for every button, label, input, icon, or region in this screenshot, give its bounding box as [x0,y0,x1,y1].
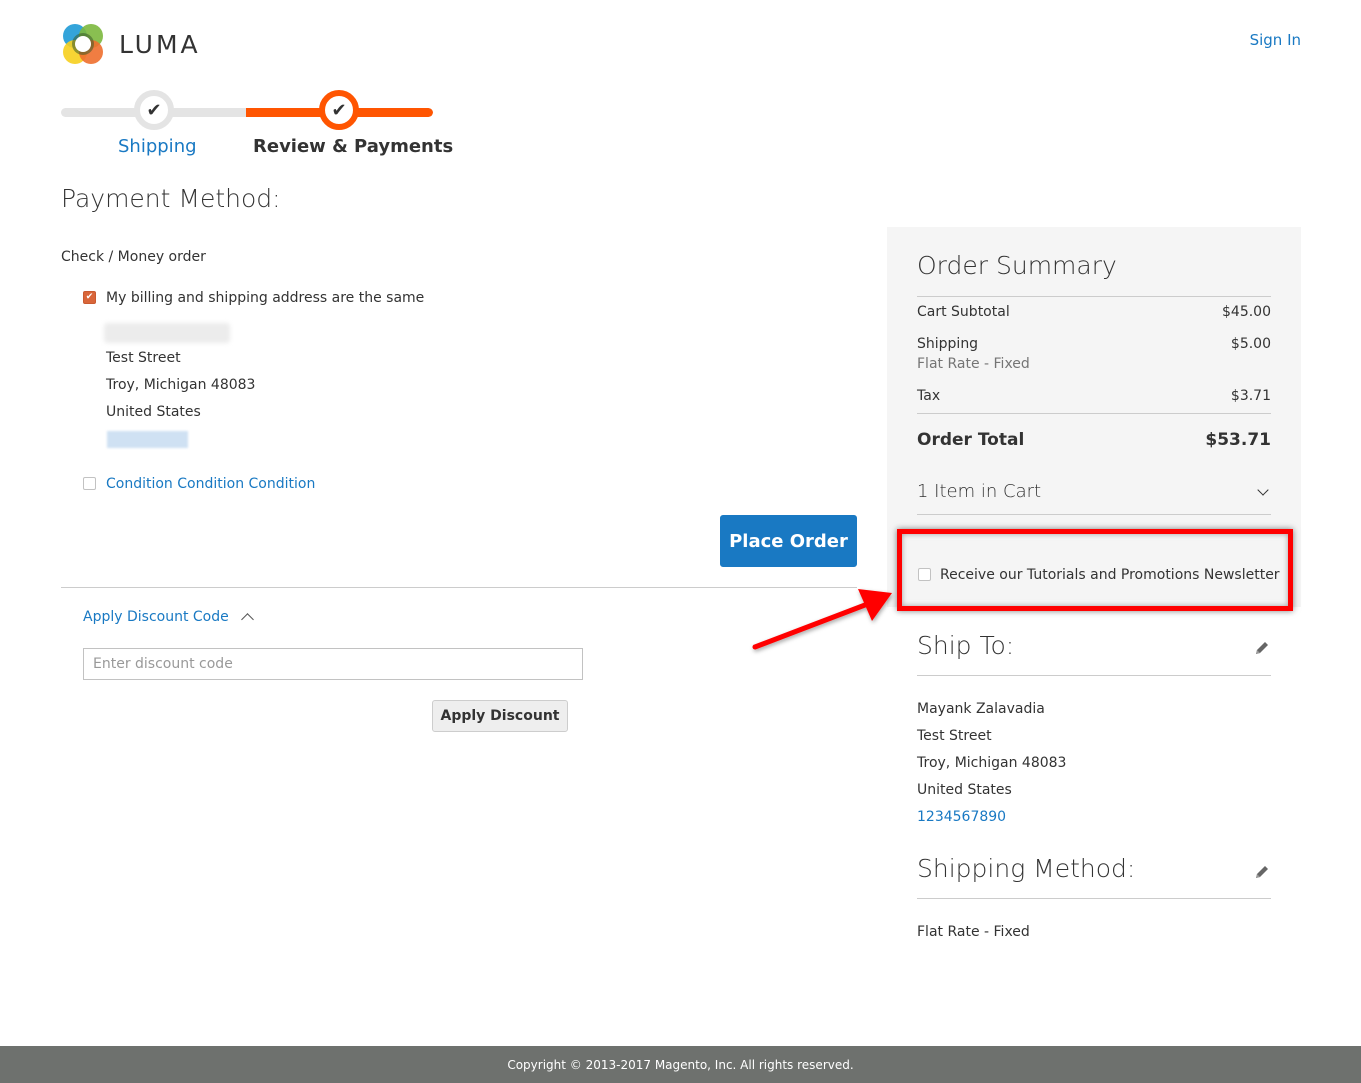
divider [61,587,857,588]
summary-row-shipping: Shipping $5.00 [917,336,1271,352]
chevron-down-icon [1257,483,1269,496]
billing-country: United States [106,404,201,420]
payment-method-title: Payment Method: [61,184,281,213]
apply-discount-button[interactable]: Apply Discount [432,700,568,732]
copyright-text: Copyright © 2013-2017 Magento, Inc. All … [507,1057,854,1072]
order-total-value: $53.71 [1205,430,1271,450]
billing-same-label[interactable]: My billing and shipping address are the … [106,290,424,306]
billing-phone-redacted[interactable] [107,431,188,448]
footer: Copyright © 2013-2017 Magento, Inc. All … [0,1046,1361,1083]
discount-code-input[interactable] [83,648,583,680]
order-summary-title: Order Summary [917,251,1117,280]
place-order-button[interactable]: Place Order [720,515,857,567]
condition-checkbox[interactable] [83,477,96,490]
summary-row-subtotal: Cart Subtotal $45.00 [917,304,1271,320]
ship-to-name: Mayank Zalavadia [917,701,1045,717]
checkout-progress-bar [61,108,433,117]
billing-same-checkbox[interactable]: ✔ [83,291,96,304]
row-label: Shipping [917,336,979,352]
edit-pencil-icon[interactable] [1253,863,1271,881]
divider [917,675,1271,676]
payment-method-option[interactable]: Check / Money order [61,249,206,265]
step-shipping-check-icon[interactable]: ✔ [134,90,174,130]
annotation-arrow-icon [752,589,892,650]
shipping-method-title: Shipping Method: [917,854,1136,883]
row-value: $3.71 [1230,388,1271,404]
row-value: $5.00 [1230,336,1271,352]
luma-logo[interactable]: LUMA [61,21,211,67]
step-review-check-icon: ✔ [319,90,359,130]
billing-street: Test Street [106,350,181,366]
chevron-up-icon [240,613,254,626]
sign-in-link[interactable]: Sign In [1250,31,1301,49]
annotation-highlight-box [897,529,1293,611]
row-label: Tax [917,388,941,404]
items-in-cart-label: 1 Item in Cart [917,481,1042,502]
luma-logo-icon [63,24,103,64]
ship-to-title: Ship To: [917,631,1015,660]
logo-text: LUMA [119,29,201,59]
ship-to-city: Troy, Michigan 48083 [917,755,1067,771]
summary-row-tax: Tax $3.71 [917,388,1271,404]
divider [917,514,1271,515]
apply-discount-toggle[interactable]: Apply Discount Code [83,609,254,626]
shipping-method-sublabel: Flat Rate - Fixed [917,356,1030,372]
edit-pencil-icon[interactable] [1253,639,1271,657]
condition-link[interactable]: Condition Condition Condition [106,476,315,492]
divider [917,296,1271,297]
shipping-method-value: Flat Rate - Fixed [917,924,1030,940]
order-total-label: Order Total [917,430,1025,450]
billing-name-redacted [104,323,230,343]
apply-discount-label: Apply Discount Code [83,609,229,625]
divider [917,898,1271,899]
row-value: $45.00 [1222,304,1271,320]
items-in-cart-toggle[interactable]: 1 Item in Cart [917,481,1271,502]
summary-row-total: Order Total $53.71 [917,430,1271,450]
ship-to-country: United States [917,782,1012,798]
step-review-label: Review & Payments [253,136,454,157]
billing-city: Troy, Michigan 48083 [106,377,256,393]
ship-to-phone-link[interactable]: 1234567890 [917,809,1006,825]
row-label: Cart Subtotal [917,304,1010,320]
divider [917,413,1271,414]
ship-to-street: Test Street [917,728,992,744]
step-shipping-link[interactable]: Shipping [118,136,197,157]
